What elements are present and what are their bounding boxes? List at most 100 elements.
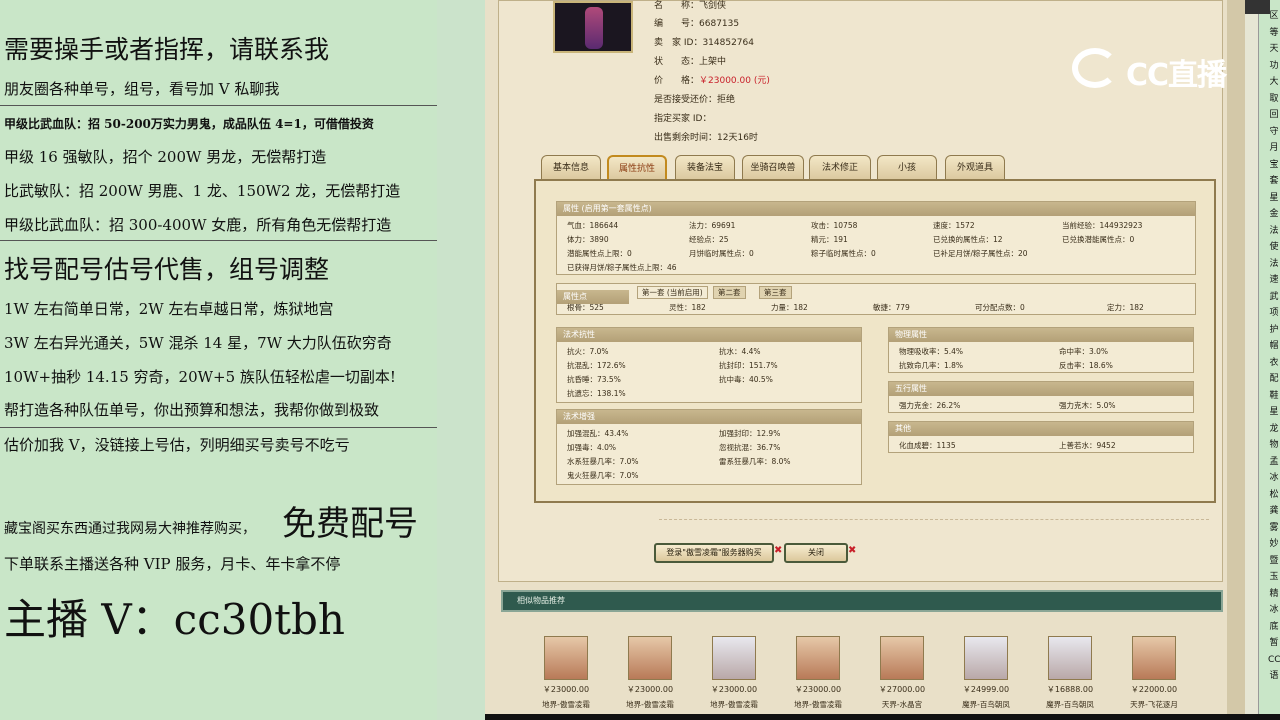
similar-item[interactable]: ￥23000.00 地界-傲雪凌霜 — [694, 636, 774, 710]
right-char: 冰 — [1269, 473, 1279, 483]
character-portrait — [553, 1, 633, 53]
similar-item[interactable]: ￥22000.00 天界-飞花逐月 — [1114, 636, 1194, 710]
points-subtab-3[interactable]: 第三套 — [759, 286, 792, 299]
tab-attributes[interactable]: 属性抗性 — [607, 155, 667, 179]
similar-item[interactable]: ￥24999.00 魔界-百鸟朝凤 — [946, 636, 1026, 710]
attr-cell: 精元：191 — [811, 235, 848, 244]
tab-appearance[interactable]: 外观道具 — [945, 155, 1005, 179]
ad-line: 10W+抽秒 14.15 穷奇，20W+5 族队伍轻松虐一切副本! — [4, 368, 396, 386]
right-char: 暨 — [1269, 555, 1279, 566]
points-subtab-1[interactable]: 第一套 (当前启用) — [637, 286, 708, 299]
points-box: 属性点 第一套 (当前启用) 第二套 第三套 根骨：525 灵性：182 力量：… — [556, 283, 1196, 315]
enhance-cell: 忽视抗混：36.7% — [719, 443, 781, 452]
right-char: 龚 — [1269, 506, 1279, 516]
attr-cell: 粽子临时属性点：0 — [811, 249, 876, 258]
resist-cell: 抗混乱：172.6% — [567, 361, 626, 370]
close-mark-icon: ✖ — [848, 545, 857, 556]
info-row: 名 称：飞剑侠 — [654, 1, 727, 11]
info-row: 卖 家 ID：314852764 — [654, 38, 754, 48]
tab-equipment[interactable]: 装备法宝 — [675, 155, 735, 179]
info-row: 状 态：上架中 — [654, 57, 727, 67]
avatar — [628, 636, 672, 680]
avatar — [1132, 636, 1176, 680]
ad-line: 甲级比武血队：招 50-200万实力男鬼，成品队伍 4=1，可借借投资 — [4, 117, 374, 131]
similar-item[interactable]: ￥23000.00 地界-傲雪凌霜 — [610, 636, 690, 710]
similar-item[interactable]: ￥27000.00 天界-水晶宫 — [862, 636, 942, 710]
right-char: 金 — [1269, 209, 1279, 219]
resist-cell: 抗遗忘：138.1% — [567, 389, 626, 398]
resist-cell: 抗昏睡：73.5% — [567, 375, 621, 384]
right-char: CC — [1268, 654, 1280, 665]
five-elements-box: 五行属性 强力克金：26.2% 强力克木：5.0% — [888, 381, 1194, 413]
resist-cell: 抗中毒：40.5% — [719, 375, 773, 384]
points-cell: 定力：182 — [1107, 303, 1144, 312]
points-cell: 根骨：525 — [567, 303, 604, 312]
right-char: 冰 — [1269, 605, 1279, 615]
enhance-cell: 加强封印：12.9% — [719, 429, 781, 438]
attr-cell: 已兑换的属性点：12 — [933, 235, 1003, 244]
ad-line: 需要操手或者指挥，请联系我 — [4, 35, 330, 64]
right-char: 护 — [1269, 324, 1279, 335]
points-subtab-2[interactable]: 第二套 — [713, 286, 746, 299]
attributes-header: 属性 (启用第一套属性点) — [557, 202, 1195, 216]
other-cell: 化血成碧：1135 — [899, 441, 956, 450]
ad-line: 甲级比武血队：招 300-400W 女鹿，所有角色无偿帮打造 — [4, 216, 392, 234]
close-button[interactable]: 关闭 — [784, 543, 848, 563]
resist-cell: 抗水：4.4% — [719, 347, 761, 356]
info-row: 指定买家 ID： — [654, 114, 712, 124]
right-char: 底 — [1269, 621, 1279, 632]
right-char: 玉 — [1269, 572, 1279, 582]
similar-item[interactable]: ￥23000.00 地界-傲雪凌霜 — [526, 636, 606, 710]
right-char: 使 — [1269, 242, 1279, 252]
tab-basic-info[interactable]: 基本信息 — [541, 155, 601, 179]
top-bar — [1245, 0, 1270, 14]
ad-line: 1W 左右简单日常，2W 左右卓越日常，炼狱地宫 — [4, 300, 334, 318]
physical-cell: 反击率：18.6% — [1059, 361, 1113, 370]
right-char: 取 — [1269, 93, 1279, 104]
right-char: 法 — [1269, 225, 1279, 236]
enhance-cell: 加强毒：4.0% — [567, 443, 617, 452]
attr-cell: 当前经验：144932923 — [1062, 221, 1143, 230]
right-char: 套 — [1269, 176, 1279, 186]
similar-item[interactable]: ￥23000.00 地界-傲雪凌霜 — [778, 636, 858, 710]
right-char: 雾 — [1269, 522, 1279, 533]
resist-cell: 抗封印：151.7% — [719, 361, 778, 370]
info-row: 是否接受还价：拒绝 — [654, 95, 736, 105]
tab-mounts-pets[interactable]: 坐骑召唤兽 — [742, 155, 804, 179]
physical-cell: 物理吸收率：5.4% — [899, 347, 964, 356]
scroll-gutter — [1227, 0, 1245, 720]
enhance-cell: 加强混乱：43.4% — [567, 429, 629, 438]
trade-page: 名 称：飞剑侠 编 号：6687135 卖 家 ID：314852764 状 态… — [485, 0, 1245, 720]
attr-cell: 气血：186644 — [567, 221, 619, 230]
right-char: 孟 — [1269, 456, 1279, 467]
resist-box: 法术抗性 抗火：7.0% 抗水：4.4% 抗混乱：172.6% 抗封印：151.… — [556, 327, 862, 403]
attr-cell: 月饼临时属性点：0 — [689, 249, 754, 258]
physical-header: 物理属性 — [889, 328, 1193, 342]
tab-child[interactable]: 小孩 — [877, 155, 937, 179]
attr-cell: 法力：69691 — [689, 221, 736, 230]
divider — [659, 519, 1209, 520]
points-cell: 敏捷：779 — [873, 303, 910, 312]
right-char: 衣 — [1269, 357, 1279, 368]
price-row: 价 格：￥23000.00 (元) — [654, 76, 770, 86]
similar-item[interactable]: ￥16888.00 魔界-百鸟朝凤 — [1030, 636, 1110, 710]
attr-cell: 体力：3890 — [567, 235, 609, 244]
enhance-cell: 水系狂暴几率：7.0% — [567, 457, 639, 466]
enhance-box: 法术增强 加强混乱：43.4% 加强封印：12.9% 加强毒：4.0% 忽视抗混… — [556, 409, 862, 485]
avatar — [544, 636, 588, 680]
right-char: 精 — [1269, 588, 1279, 599]
five-elements-cell: 强力克金：26.2% — [899, 401, 961, 410]
attr-cell: 经验点：25 — [689, 235, 729, 244]
five-elements-header: 五行属性 — [889, 382, 1193, 396]
ad-line: 藏宝阁买东西通过我网易大神推荐购买， — [4, 521, 256, 537]
avatar — [964, 636, 1008, 680]
ad-line: 朋友圈各种单号，组号，看号加 V 私聊我 — [4, 80, 280, 98]
scrollbar[interactable] — [1245, 0, 1259, 720]
other-header: 其他 — [889, 422, 1193, 436]
enhance-header: 法术增强 — [557, 410, 861, 424]
cc-logo-icon — [1072, 48, 1118, 88]
right-char: 配 — [1269, 374, 1279, 384]
buy-button[interactable]: 登录"傲雪凌霜"服务器购买 — [654, 543, 774, 563]
tab-spell-fix[interactable]: 法术修正 — [809, 155, 871, 179]
right-char: 妙 — [1269, 539, 1279, 549]
